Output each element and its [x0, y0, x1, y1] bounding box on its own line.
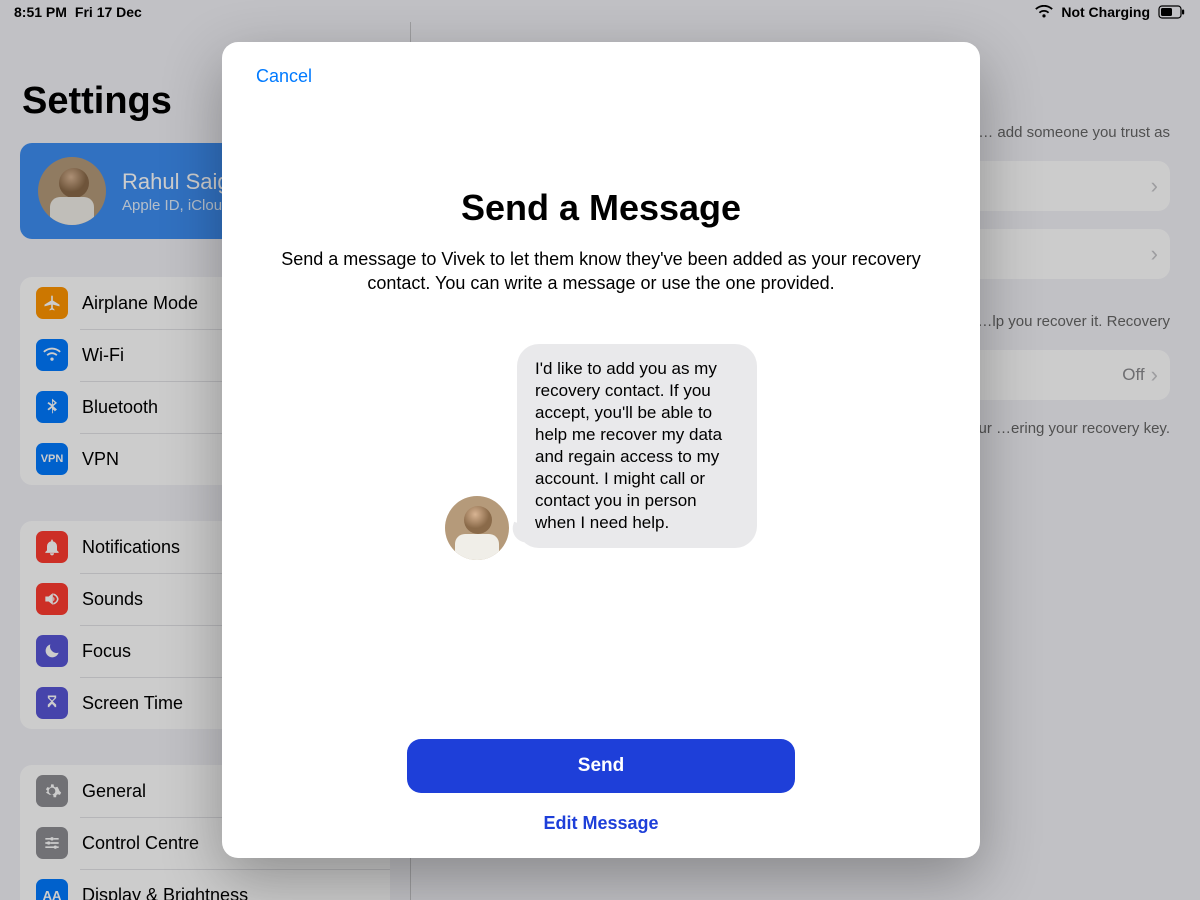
- cancel-button[interactable]: Cancel: [256, 66, 312, 87]
- avatar: [445, 496, 509, 560]
- send-message-modal: Cancel Send a Message Send a message to …: [222, 42, 980, 858]
- send-button[interactable]: Send: [407, 739, 795, 793]
- modal-title: Send a Message: [256, 187, 946, 229]
- message-preview: I'd like to add you as my recovery conta…: [256, 344, 946, 549]
- modal-subtitle: Send a message to Vivek to let them know…: [280, 247, 922, 296]
- edit-message-button[interactable]: Edit Message: [543, 813, 658, 834]
- message-bubble: I'd like to add you as my recovery conta…: [517, 344, 757, 549]
